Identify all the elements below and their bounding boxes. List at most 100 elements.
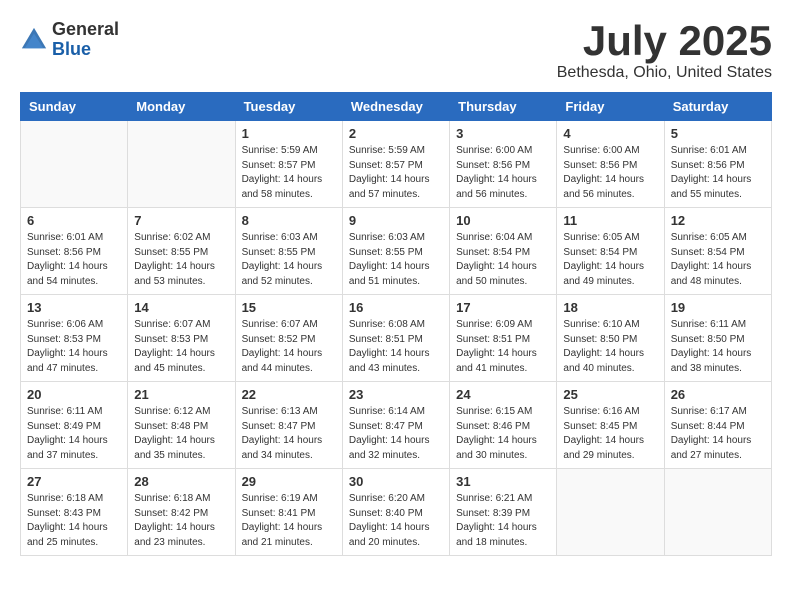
- day-info: Sunrise: 6:19 AMSunset: 8:41 PMDaylight:…: [242, 492, 336, 550]
- calendar-cell: 6 Sunrise: 6:01 AMSunset: 8:56 PMDaylight…: [21, 208, 128, 295]
- day-number: 27: [27, 474, 121, 489]
- calendar-cell: [664, 469, 771, 556]
- calendar-cell: 22Sunrise: 6:13 AMSunset: 8:47 PMDayligh…: [235, 382, 342, 469]
- day-number: 9: [349, 213, 443, 228]
- column-header-saturday: Saturday: [664, 93, 771, 121]
- day-info: Sunrise: 6:08 AMSunset: 8:51 PMDaylight:…: [349, 318, 443, 376]
- column-header-wednesday: Wednesday: [342, 93, 449, 121]
- day-number: 23: [349, 387, 443, 402]
- day-info: Sunrise: 6:01 AMSunset: 8:56 PMDaylight:…: [27, 231, 121, 289]
- day-info: Sunrise: 6:02 AMSunset: 8:55 PMDaylight:…: [134, 231, 228, 289]
- calendar-cell: 4Sunrise: 6:00 AMSunset: 8:56 PMDaylight…: [557, 121, 664, 208]
- column-header-sunday: Sunday: [21, 93, 128, 121]
- calendar-week-row: 6 Sunrise: 6:01 AMSunset: 8:56 PMDaylight…: [21, 208, 772, 295]
- calendar-cell: 20 Sunrise: 6:11 AMSunset: 8:49 PMDayligh…: [21, 382, 128, 469]
- calendar-cell: 17 Sunrise: 6:09 AMSunset: 8:51 PMDayligh…: [450, 295, 557, 382]
- column-header-friday: Friday: [557, 93, 664, 121]
- day-number: 8: [242, 213, 336, 228]
- calendar-cell: 25 Sunrise: 6:16 AMSunset: 8:45 PMDayligh…: [557, 382, 664, 469]
- day-number: 18: [563, 300, 657, 315]
- calendar-cell: [128, 121, 235, 208]
- day-info: Sunrise: 6:09 AMSunset: 8:51 PMDaylight:…: [456, 318, 550, 376]
- day-info: Sunrise: 6:18 AMSunset: 8:42 PMDaylight:…: [134, 492, 228, 550]
- calendar-cell: 29 Sunrise: 6:19 AMSunset: 8:41 PMDayligh…: [235, 469, 342, 556]
- calendar-cell: [21, 121, 128, 208]
- day-info: Sunrise: 6:05 AMSunset: 8:54 PMDaylight:…: [563, 231, 657, 289]
- day-info: Sunrise: 6:14 AMSunset: 8:47 PMDaylight:…: [349, 405, 443, 463]
- calendar-cell: 12Sunrise: 6:05 AMSunset: 8:54 PMDayligh…: [664, 208, 771, 295]
- calendar-cell: 28Sunrise: 6:18 AMSunset: 8:42 PMDayligh…: [128, 469, 235, 556]
- calendar-cell: 18 Sunrise: 6:10 AMSunset: 8:50 PMDayligh…: [557, 295, 664, 382]
- calendar-table: SundayMondayTuesdayWednesdayThursdayFrid…: [20, 92, 772, 556]
- calendar-cell: 24Sunrise: 6:15 AMSunset: 8:46 PMDayligh…: [450, 382, 557, 469]
- calendar-cell: 3 Sunrise: 6:00 AMSunset: 8:56 PMDaylight…: [450, 121, 557, 208]
- calendar-cell: 9Sunrise: 6:03 AMSunset: 8:55 PMDaylight…: [342, 208, 449, 295]
- calendar-week-row: 27Sunrise: 6:18 AMSunset: 8:43 PMDayligh…: [21, 469, 772, 556]
- day-info: Sunrise: 6:10 AMSunset: 8:50 PMDaylight:…: [563, 318, 657, 376]
- calendar-week-row: 13 Sunrise: 6:06 AMSunset: 8:53 PMDayligh…: [21, 295, 772, 382]
- calendar-cell: 8 Sunrise: 6:03 AMSunset: 8:55 PMDaylight…: [235, 208, 342, 295]
- day-number: 6: [27, 213, 121, 228]
- day-number: 17: [456, 300, 550, 315]
- day-info: Sunrise: 6:17 AMSunset: 8:44 PMDaylight:…: [671, 405, 765, 463]
- day-info: Sunrise: 6:05 AMSunset: 8:54 PMDaylight:…: [671, 231, 765, 289]
- column-header-monday: Monday: [128, 93, 235, 121]
- day-info: Sunrise: 6:11 AMSunset: 8:49 PMDaylight:…: [27, 405, 121, 463]
- calendar-cell: 13 Sunrise: 6:06 AMSunset: 8:53 PMDayligh…: [21, 295, 128, 382]
- day-info: Sunrise: 6:07 AMSunset: 8:53 PMDaylight:…: [134, 318, 228, 376]
- day-info: Sunrise: 6:07 AMSunset: 8:52 PMDaylight:…: [242, 318, 336, 376]
- logo-icon: [20, 26, 48, 54]
- day-info: Sunrise: 6:00 AMSunset: 8:56 PMDaylight:…: [563, 144, 657, 202]
- day-number: 5: [671, 126, 765, 141]
- logo-text: General Blue: [52, 20, 119, 60]
- day-number: 25: [563, 387, 657, 402]
- day-number: 14: [134, 300, 228, 315]
- calendar-cell: 14 Sunrise: 6:07 AMSunset: 8:53 PMDayligh…: [128, 295, 235, 382]
- calendar-week-row: 1 Sunrise: 5:59 AMSunset: 8:57 PMDaylight…: [21, 121, 772, 208]
- day-info: Sunrise: 6:12 AMSunset: 8:48 PMDaylight:…: [134, 405, 228, 463]
- day-info: Sunrise: 5:59 AMSunset: 8:57 PMDaylight:…: [349, 144, 443, 202]
- calendar-cell: 7 Sunrise: 6:02 AMSunset: 8:55 PMDaylight…: [128, 208, 235, 295]
- day-number: 29: [242, 474, 336, 489]
- day-number: 1: [242, 126, 336, 141]
- logo-blue: Blue: [52, 40, 119, 60]
- day-number: 24: [456, 387, 550, 402]
- day-info: Sunrise: 5:59 AMSunset: 8:57 PMDaylight:…: [242, 144, 336, 202]
- column-header-tuesday: Tuesday: [235, 93, 342, 121]
- day-number: 10: [456, 213, 550, 228]
- day-number: 3: [456, 126, 550, 141]
- calendar-week-row: 20 Sunrise: 6:11 AMSunset: 8:49 PMDayligh…: [21, 382, 772, 469]
- day-number: 26: [671, 387, 765, 402]
- day-number: 20: [27, 387, 121, 402]
- day-number: 30: [349, 474, 443, 489]
- day-info: Sunrise: 6:16 AMSunset: 8:45 PMDaylight:…: [563, 405, 657, 463]
- logo-general: General: [52, 20, 119, 40]
- day-info: Sunrise: 6:20 AMSunset: 8:40 PMDaylight:…: [349, 492, 443, 550]
- calendar-cell: 31Sunrise: 6:21 AMSunset: 8:39 PMDayligh…: [450, 469, 557, 556]
- day-number: 13: [27, 300, 121, 315]
- calendar-cell: 1 Sunrise: 5:59 AMSunset: 8:57 PMDaylight…: [235, 121, 342, 208]
- calendar-cell: 27Sunrise: 6:18 AMSunset: 8:43 PMDayligh…: [21, 469, 128, 556]
- day-number: 22: [242, 387, 336, 402]
- day-number: 15: [242, 300, 336, 315]
- day-number: 19: [671, 300, 765, 315]
- day-info: Sunrise: 6:11 AMSunset: 8:50 PMDaylight:…: [671, 318, 765, 376]
- day-info: Sunrise: 6:00 AMSunset: 8:56 PMDaylight:…: [456, 144, 550, 202]
- calendar-cell: 23 Sunrise: 6:14 AMSunset: 8:47 PMDayligh…: [342, 382, 449, 469]
- page-header: General Blue July 2025 Bethesda, Ohio, U…: [20, 20, 772, 82]
- day-number: 16: [349, 300, 443, 315]
- calendar-cell: 15 Sunrise: 6:07 AMSunset: 8:52 PMDayligh…: [235, 295, 342, 382]
- logo: General Blue: [20, 20, 119, 60]
- calendar-header-row: SundayMondayTuesdayWednesdayThursdayFrid…: [21, 93, 772, 121]
- day-info: Sunrise: 6:06 AMSunset: 8:53 PMDaylight:…: [27, 318, 121, 376]
- title-block: July 2025 Bethesda, Ohio, United States: [557, 20, 772, 82]
- month-title: July 2025: [557, 20, 772, 62]
- day-number: 2: [349, 126, 443, 141]
- calendar-cell: 5Sunrise: 6:01 AMSunset: 8:56 PMDaylight…: [664, 121, 771, 208]
- calendar-cell: 2 Sunrise: 5:59 AMSunset: 8:57 PMDaylight…: [342, 121, 449, 208]
- calendar-cell: 26 Sunrise: 6:17 AMSunset: 8:44 PMDayligh…: [664, 382, 771, 469]
- day-number: 7: [134, 213, 228, 228]
- day-info: Sunrise: 6:03 AMSunset: 8:55 PMDaylight:…: [242, 231, 336, 289]
- column-header-thursday: Thursday: [450, 93, 557, 121]
- calendar-cell: 16 Sunrise: 6:08 AMSunset: 8:51 PMDayligh…: [342, 295, 449, 382]
